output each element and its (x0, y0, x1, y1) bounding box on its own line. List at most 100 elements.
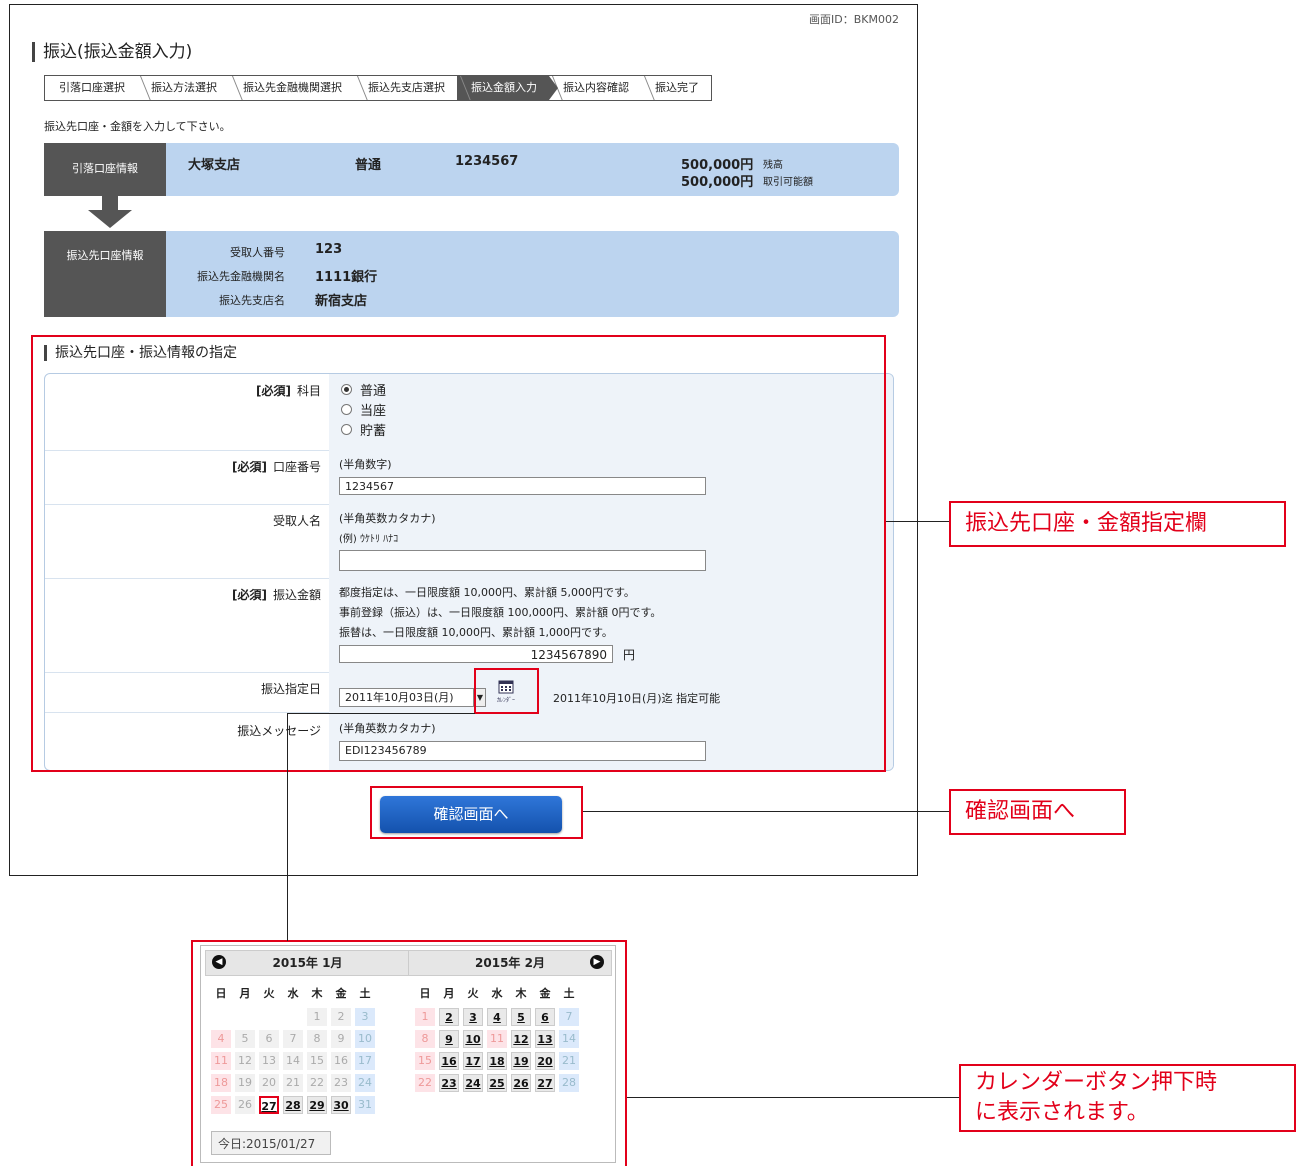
calendar-day: 1 (415, 1008, 435, 1026)
calendar-day: 15 (415, 1052, 435, 1070)
calendar-day[interactable]: 19 (511, 1052, 531, 1070)
today-button[interactable]: 今日:2015/01/27 (211, 1131, 331, 1155)
calendar-day: 4 (211, 1030, 231, 1048)
debit-branch: 大塚支店 (188, 158, 241, 173)
screen-id: 画面ID：BKM002 (809, 13, 899, 26)
callout-line (287, 713, 475, 714)
calendar-day[interactable]: 18 (487, 1052, 507, 1070)
payee-bank: 1111銀行 (315, 270, 378, 285)
calendar-day[interactable]: 27 (259, 1096, 279, 1114)
calendar-day[interactable]: 16 (439, 1052, 459, 1070)
calendar-day: 8 (415, 1030, 435, 1048)
calendar-day: 20 (259, 1074, 279, 1092)
calendar-day[interactable]: 2 (439, 1008, 459, 1026)
calendar-day: 22 (307, 1074, 327, 1092)
calendar-day[interactable]: 17 (463, 1052, 483, 1070)
calendar-day[interactable]: 10 (463, 1030, 483, 1048)
calendar-day: 17 (355, 1052, 375, 1070)
calendar-weekday: 日 (419, 987, 431, 1000)
calendar-day[interactable]: 12 (511, 1030, 531, 1048)
calendar-day: 3 (355, 1008, 375, 1026)
callout-line (886, 521, 949, 522)
calendar-day[interactable]: 27 (535, 1074, 555, 1092)
calendar-day: 31 (355, 1096, 375, 1114)
payee-no: 123 (315, 242, 343, 257)
chevron-right-icon[interactable]: ▶ (590, 955, 604, 969)
callout-calendar-line2: に表示されます。 (975, 1100, 1149, 1125)
calendar-weekday: 土 (359, 987, 371, 1000)
calendar-weekday: 月 (443, 987, 455, 1000)
calendar-day: 21 (283, 1074, 303, 1092)
calendar-day: 14 (559, 1030, 579, 1048)
calendar-day[interactable]: 9 (439, 1030, 459, 1048)
calendar-day: 26 (235, 1096, 255, 1114)
calendar-day[interactable]: 26 (511, 1074, 531, 1092)
calendar-day[interactable]: 29 (307, 1096, 327, 1114)
calendar-weekday: 木 (515, 987, 527, 1000)
debit-number: 1234567 (455, 154, 519, 169)
calendar-day[interactable]: 25 (487, 1074, 507, 1092)
instruction-text: 振込先口座・金額を入力して下さい。 (44, 120, 231, 133)
page-title: 振込(振込金額入力) (32, 42, 192, 62)
step-item: 引落口座選択 (45, 76, 137, 100)
calendar-day: 21 (559, 1052, 579, 1070)
calendar-day[interactable]: 30 (331, 1096, 351, 1114)
calendar-day: 12 (235, 1052, 255, 1070)
calendar-weekday: 火 (263, 987, 275, 1000)
calendar-weekday: 水 (491, 987, 503, 1000)
calendar-day[interactable]: 28 (283, 1096, 303, 1114)
callout-line (627, 1097, 960, 1098)
calendar-day: 28 (559, 1074, 579, 1092)
calendar-day: 11 (211, 1052, 231, 1070)
callout-line (287, 713, 288, 941)
calendar-day: 7 (283, 1030, 303, 1048)
calendar-day[interactable]: 13 (535, 1030, 555, 1048)
step-item: 振込先支店選択 (354, 76, 457, 100)
calendar-day: 24 (355, 1074, 375, 1092)
callout-calendar: カレンダーボタン押下時 に表示されます。 (959, 1064, 1296, 1132)
calendar-weekday: 金 (539, 987, 551, 1000)
calendar-day: 1 (307, 1008, 327, 1026)
callout-line (583, 811, 950, 812)
calendar-day[interactable]: 23 (439, 1074, 459, 1092)
debit-account-label: 引落口座情報 (72, 162, 138, 175)
payee-account-label: 振込先口座情報 (66, 249, 144, 262)
step-item: 振込金額入力 (457, 76, 558, 100)
calendar-day[interactable]: 4 (487, 1008, 507, 1026)
payee-account-label-cell: 振込先口座情報 (44, 231, 166, 317)
calendar-day[interactable]: 24 (463, 1074, 483, 1092)
payee-branch-label: 振込先支店名 (219, 294, 285, 307)
calendar-day: 13 (259, 1052, 279, 1070)
callout-form-area: 振込先口座・金額指定欄 (949, 501, 1286, 547)
calendar-day: 15 (307, 1052, 327, 1070)
chevron-left-icon[interactable]: ◀ (212, 955, 226, 969)
debit-account-label-cell: 引落口座情報 (44, 143, 166, 196)
calendar-day: 16 (331, 1052, 351, 1070)
calendar-button-highlight (474, 668, 539, 714)
calendar-day: 2 (331, 1008, 351, 1026)
calendar-day: 23 (331, 1074, 351, 1092)
calendar-weekday: 火 (467, 987, 479, 1000)
debit-account-panel: 引落口座情報 大塚支店 普通 1234567 500,000円 残高 500,0… (44, 143, 899, 196)
debit-balance-label: 残高 (763, 160, 783, 171)
flow-arrow-stem (102, 196, 118, 210)
calendar-day: 11 (487, 1030, 507, 1048)
step-item: 振込方法選択 (137, 76, 229, 100)
down-arrow-icon (88, 210, 132, 228)
calendar-day: 25 (211, 1096, 231, 1114)
confirm-button-highlight (370, 786, 583, 839)
calendar-day: 8 (307, 1030, 327, 1048)
callout-confirm: 確認画面へ (949, 789, 1126, 835)
step-item: 振込内容確認 (549, 76, 641, 100)
payee-account-panel: 振込先口座情報 受取人番号 123 振込先金融機関名 1111銀行 振込先支店名… (44, 231, 899, 317)
calendar-weekday: 土 (563, 987, 575, 1000)
calendar-day[interactable]: 3 (463, 1008, 483, 1026)
calendar-weekday: 木 (311, 987, 323, 1000)
calendar-weekday: 金 (335, 987, 347, 1000)
calendar-day[interactable]: 5 (511, 1008, 531, 1026)
calendar-day[interactable]: 6 (535, 1008, 555, 1026)
debit-type: 普通 (355, 158, 382, 173)
calendar-day: 10 (355, 1030, 375, 1048)
calendar-day[interactable]: 20 (535, 1052, 555, 1070)
calendar-day: 5 (235, 1030, 255, 1048)
